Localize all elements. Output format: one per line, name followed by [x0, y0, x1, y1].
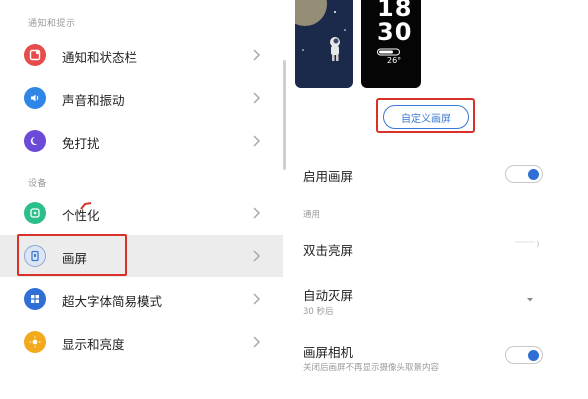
auto-screen-off-label: 自动灭屏 [303, 288, 354, 303]
astronaut-preview-thumbnail[interactable] [295, 0, 353, 88]
chevron-right-icon [253, 293, 261, 305]
settings-list-panel: 通知和提示 通知和状态栏 声音和振动 免打扰 设备 个性化 画屏 超大字体简易模… [0, 0, 288, 372]
section-label-device: 设备 [28, 179, 48, 189]
palette-icon [24, 202, 46, 224]
screen-frame-camera-description: 关闭后画屏不再显示摄像头取景内容 [303, 363, 440, 373]
customize-highlight-box [376, 98, 475, 133]
double-tap-wake-label: 双击亮屏 [303, 243, 354, 258]
toggle-knob [528, 349, 539, 361]
astronaut-image [295, 0, 346, 61]
chevron-right-icon [253, 250, 261, 262]
settings-item-do-not-disturb[interactable]: 免打扰 [0, 120, 283, 162]
speaker-icon [24, 87, 46, 109]
grid-icon [24, 288, 46, 310]
auto-screen-off-value: 30 秒后 [303, 307, 334, 317]
toggle-knob [528, 168, 539, 180]
section-label-general: 通用 [303, 210, 321, 220]
enable-screen-frame-label: 启用画屏 [303, 169, 354, 184]
red-mark-icon [80, 202, 92, 210]
chevron-right-icon [253, 135, 261, 147]
chevron-right-icon [253, 92, 261, 104]
chevron-right-icon [253, 207, 261, 219]
chevron-right-icon [253, 336, 261, 348]
notification-icon [24, 44, 46, 66]
settings-item-label: 显示和亮度 [62, 337, 125, 352]
double-tap-toggle-faint[interactable] [513, 238, 543, 252]
settings-item-display-brightness[interactable]: 显示和亮度 [0, 321, 283, 363]
screen-frame-camera-toggle[interactable] [505, 346, 543, 364]
settings-item-label: 超大字体简易模式 [62, 294, 163, 309]
preview-temperature: 26° [387, 56, 402, 65]
settings-item-sound[interactable]: 声音和振动 [0, 77, 283, 119]
settings-item-label: 通知和状态栏 [62, 50, 138, 65]
chevron-right-icon [253, 49, 261, 61]
selection-highlight-box [17, 234, 127, 276]
preview-minute: 30 [377, 18, 413, 46]
settings-item-notifications[interactable]: 通知和状态栏 [0, 34, 283, 76]
screen-frame-detail-panel: 18 30 26° 自定义画屏 启用画屏 通用 双击亮屏 自动灭屏 30 秒后 … [295, 0, 557, 373]
settings-item-personalization[interactable]: 个性化 [0, 192, 283, 234]
settings-item-label: 免打扰 [62, 136, 100, 151]
scrollbar-thumb[interactable] [283, 60, 286, 170]
screen-frame-camera-label: 画屏相机 [303, 345, 354, 360]
dropdown-arrow-icon[interactable] [525, 296, 535, 304]
enable-screen-frame-toggle[interactable] [505, 165, 543, 183]
clock-preview-thumbnail[interactable]: 18 30 26° [361, 0, 421, 88]
settings-item-large-font-mode[interactable]: 超大字体简易模式 [0, 278, 283, 320]
moon-icon [24, 130, 46, 152]
settings-item-label: 声音和振动 [62, 93, 125, 108]
sun-icon [24, 331, 46, 353]
section-label-notifications: 通知和提示 [28, 19, 76, 29]
battery-bar-icon [377, 48, 400, 56]
